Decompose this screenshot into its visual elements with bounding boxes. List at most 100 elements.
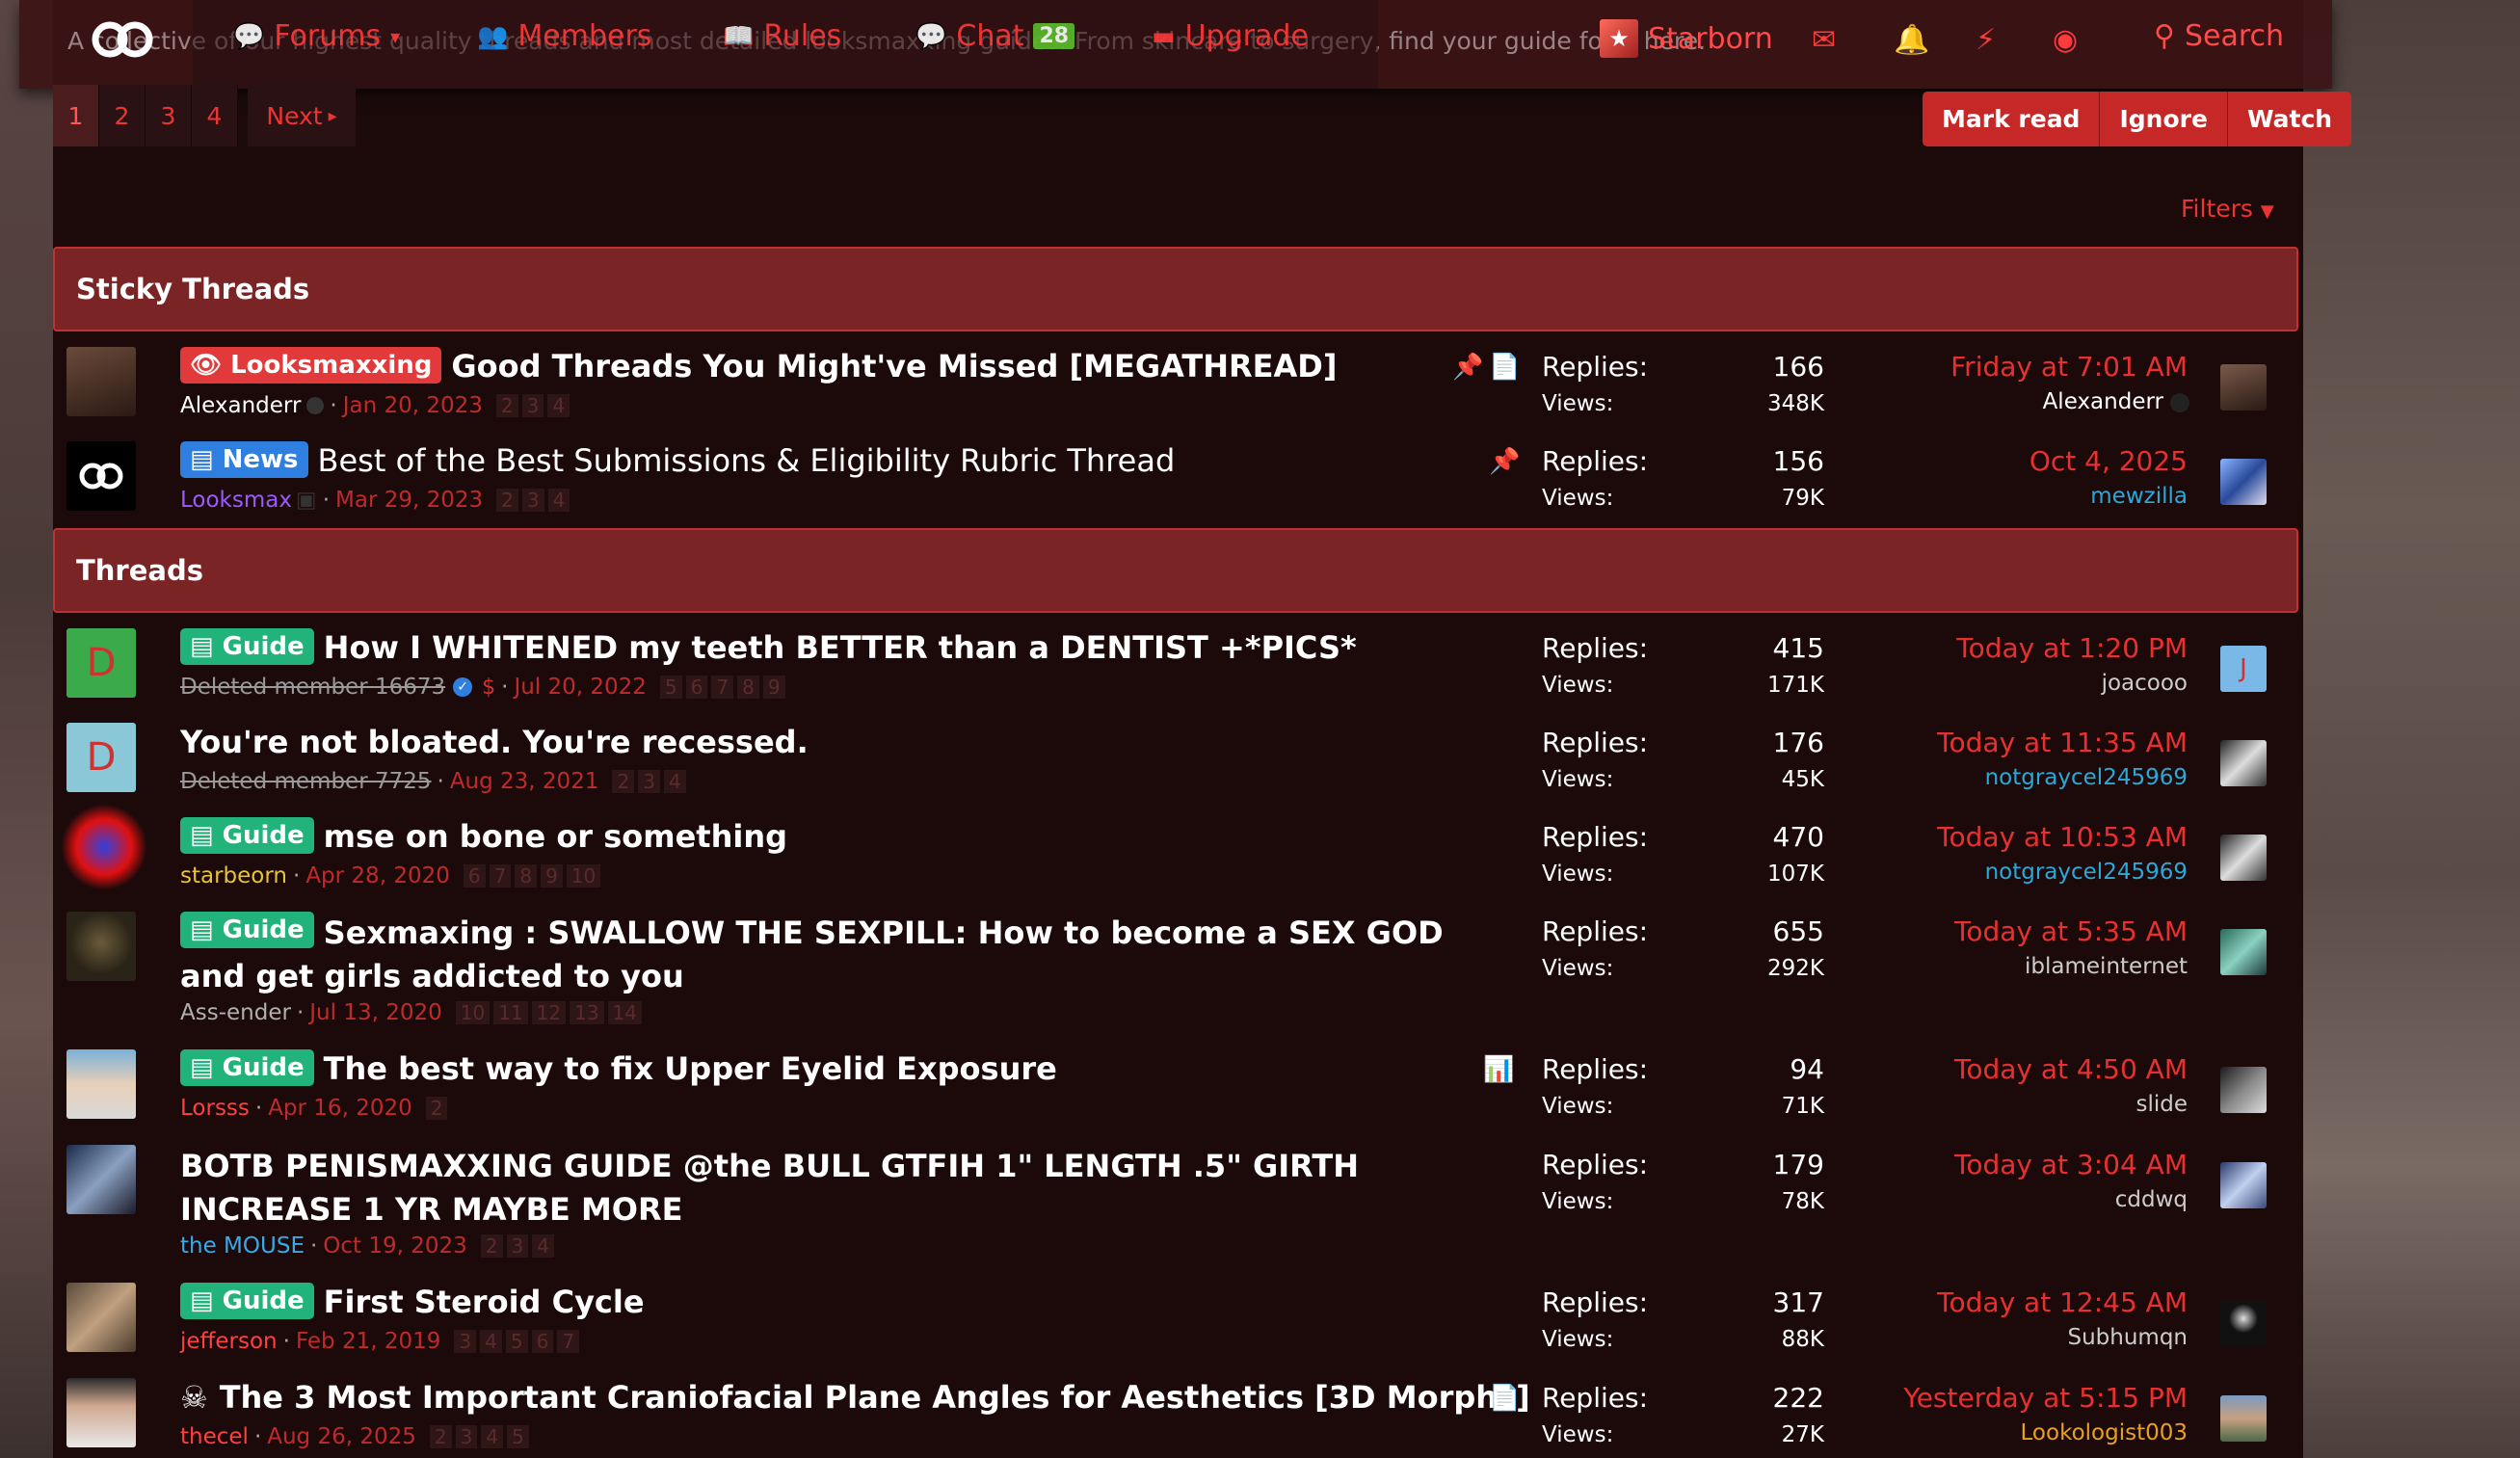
author-avatar[interactable] (66, 1378, 136, 1447)
author-link[interactable]: thecel (180, 1424, 249, 1449)
filters-dropdown[interactable]: Filters ▼ (2181, 195, 2274, 223)
author-avatar[interactable]: D (66, 723, 136, 792)
last-poster[interactable]: notgraycel245969 (1985, 860, 2188, 885)
last-post-date[interactable]: Oct 4, 2025 (2029, 445, 2188, 477)
author-avatar[interactable] (66, 912, 136, 981)
last-poster-avatar[interactable] (2220, 1300, 2267, 1346)
ignore-button[interactable]: Ignore (2100, 92, 2228, 146)
prefix-label[interactable]: ▤ Guide (180, 1283, 314, 1319)
prefix-label[interactable]: ▤ Guide (180, 1049, 314, 1086)
page-link-3[interactable]: 3 (146, 85, 192, 146)
last-poster[interactable]: mewzilla (2090, 484, 2188, 509)
thread-date[interactable]: Jul 20, 2022 (514, 675, 646, 700)
page-link-1[interactable]: 1 (53, 85, 99, 146)
last-poster-avatar[interactable] (2220, 459, 2267, 505)
thread-date[interactable]: Aug 23, 2021 (450, 769, 599, 794)
author-avatar[interactable] (66, 1283, 136, 1352)
last-poster[interactable]: Lookologist003 (2021, 1420, 2188, 1445)
last-poster[interactable]: Subhumqn (2067, 1325, 2188, 1350)
last-poster[interactable]: slide (2135, 1092, 2188, 1117)
next-page-button[interactable]: Next ▸ (248, 85, 356, 146)
last-poster[interactable]: notgraycel245969 (1985, 765, 2188, 790)
thread-date[interactable]: Jan 20, 2023 (343, 393, 483, 418)
thread-date[interactable]: Apr 28, 2020 (305, 863, 450, 888)
thread-date[interactable]: Oct 19, 2023 (323, 1233, 467, 1259)
nav-chat[interactable]: 💬 Chat 28 (915, 19, 1075, 53)
thread-title[interactable]: ▤ Guide How I WHITENED my teeth BETTER th… (180, 628, 1357, 667)
last-post-date[interactable]: Friday at 7:01 AM (1950, 351, 2188, 383)
upgrade-icon: ▬ (1152, 21, 1176, 51)
last-poster-avatar[interactable] (2220, 740, 2267, 786)
rules-icon: 📖 (723, 21, 755, 51)
last-poster-avatar[interactable] (2220, 1162, 2267, 1208)
last-poster-avatar[interactable] (2220, 835, 2267, 881)
last-poster[interactable]: Alexanderr (2043, 389, 2163, 414)
nav-rules[interactable]: 📖 Rules (723, 19, 841, 53)
author-link[interactable]: jefferson (180, 1329, 278, 1354)
author-avatar[interactable]: D (66, 628, 136, 698)
watch-button[interactable]: Watch (2227, 92, 2352, 146)
user-account-menu[interactable]: ★ Starborn (1600, 19, 1773, 58)
last-post-date[interactable]: Today at 5:35 AM (1954, 915, 2188, 947)
site-logo-icon[interactable] (89, 15, 156, 64)
last-poster-avatar[interactable] (2220, 364, 2267, 411)
envelope-icon[interactable]: ✉ (1812, 23, 1836, 57)
thread-title[interactable]: ▤ Guide Sexmaxing : SWALLOW THE SEXPILL: … (180, 912, 1510, 998)
author-link[interactable]: starbeorn (180, 863, 287, 888)
nav-upgrade[interactable]: ▬ Upgrade (1152, 19, 1309, 53)
author-link[interactable]: Ass-ender (180, 1000, 291, 1025)
prefix-label[interactable]: 👁 Looksmaxxing (180, 347, 442, 384)
nav-members[interactable]: 👥 Members (477, 19, 651, 53)
prefix-label[interactable]: ▤ News (180, 441, 308, 478)
thread-title[interactable]: You're not bloated. You're recessed. (180, 723, 809, 761)
last-poster-avatar[interactable] (2220, 1067, 2267, 1113)
thread-title[interactable]: ☠ The 3 Most Important Craniofacial Plane… (180, 1378, 1530, 1417)
thread-title[interactable]: ▤ Guide First Steroid Cycle (180, 1283, 645, 1321)
author-avatar[interactable] (66, 441, 136, 511)
last-poster-avatar[interactable] (2220, 929, 2267, 975)
author-avatar[interactable] (66, 1145, 136, 1214)
author-link[interactable]: Deleted member 7725 (180, 769, 432, 794)
thread-title[interactable]: ▤ Guide The best way to fix Upper Eyelid … (180, 1049, 1057, 1088)
thread-title[interactable]: ▤ Guide mse on bone or something (180, 817, 787, 856)
author-link[interactable]: Lorsss (180, 1096, 250, 1121)
mark-read-button[interactable]: Mark read (1923, 92, 2101, 146)
author-avatar[interactable] (61, 804, 147, 890)
thread-date[interactable]: Mar 29, 2023 (335, 488, 483, 513)
bell-icon[interactable]: 🔔 (1894, 23, 1929, 57)
author-avatar[interactable] (66, 347, 136, 416)
author-link[interactable]: Looksmax (180, 488, 292, 513)
last-poster[interactable]: iblameinternet (2025, 954, 2188, 979)
last-poster-avatar[interactable]: J (2220, 646, 2267, 692)
nav-forums[interactable]: 💬 Forums ▾ (233, 19, 400, 53)
search-button[interactable]: ⚲ Search (2154, 19, 2284, 53)
last-poster-avatar[interactable] (2220, 1395, 2267, 1442)
page-link-4[interactable]: 4 (192, 85, 238, 146)
thread-date[interactable]: Feb 21, 2019 (296, 1329, 440, 1354)
author-avatar[interactable] (66, 1049, 136, 1119)
last-poster[interactable]: cddwq (2115, 1187, 2188, 1212)
prefix-label[interactable]: ▤ Guide (180, 817, 314, 854)
last-post-date[interactable]: Today at 10:53 AM (1937, 821, 2188, 853)
last-post-date[interactable]: Today at 1:20 PM (1956, 632, 2188, 664)
page-link-2[interactable]: 2 (99, 85, 146, 146)
author-link[interactable]: the MOUSE (180, 1233, 305, 1259)
author-link[interactable]: Alexanderr (180, 393, 301, 418)
thread-title[interactable]: BOTB PENISMAXXING GUIDE @the BULL GTFIH … (180, 1145, 1510, 1232)
last-post-date[interactable]: Today at 12:45 AM (1937, 1286, 2188, 1318)
thread-title[interactable]: 👁 Looksmaxxing Good Threads You Might've … (180, 347, 1337, 385)
author-link[interactable]: Deleted member 16673 (180, 675, 445, 700)
last-post-date[interactable]: Today at 3:04 AM (1954, 1149, 2188, 1180)
prefix-label[interactable]: ▤ Guide (180, 628, 314, 665)
thread-title[interactable]: ▤ News Best of the Best Submissions & Eli… (180, 441, 1175, 480)
thread-date[interactable]: Jul 13, 2020 (309, 1000, 441, 1025)
toggle-icon[interactable]: ◉ (2053, 23, 2078, 57)
bolt-icon[interactable]: ⚡ (1976, 23, 1996, 57)
prefix-label[interactable]: ▤ Guide (180, 912, 314, 948)
last-poster[interactable]: joacooo (2102, 671, 2188, 696)
thread-date[interactable]: Apr 16, 2020 (268, 1096, 412, 1121)
last-post-date[interactable]: Today at 11:35 AM (1937, 727, 2188, 758)
last-post-date[interactable]: Yesterday at 5:15 PM (1903, 1382, 2188, 1414)
thread-date[interactable]: Aug 26, 2025 (267, 1424, 416, 1449)
last-post-date[interactable]: Today at 4:50 AM (1954, 1053, 2188, 1085)
